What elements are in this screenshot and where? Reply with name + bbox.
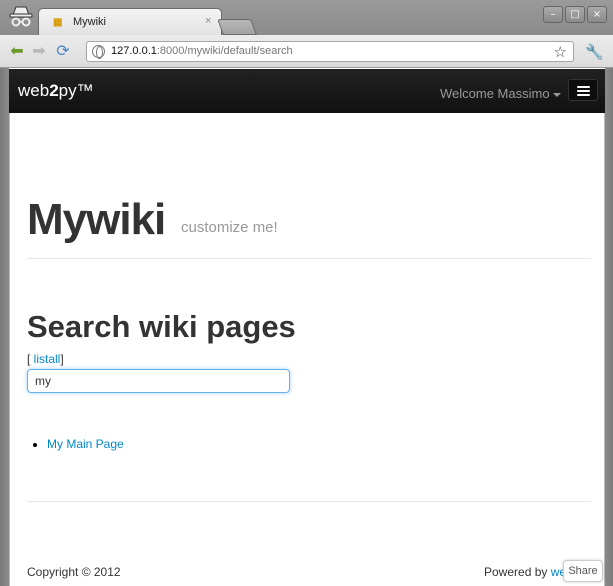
list-item: My Main Page — [47, 437, 124, 451]
close-tab-icon[interactable]: × — [205, 15, 211, 27]
minimize-button[interactable]: – — [543, 6, 563, 23]
brand-link[interactable]: web2py™ — [18, 81, 94, 101]
browser-chrome: ▦ Mywiki × – □ × ⬅ ➡ ⟳ 127.0.0.1:8000/my… — [0, 0, 613, 68]
user-menu[interactable]: Welcome Massimo — [440, 86, 561, 101]
reload-icon[interactable]: ⟳ — [54, 43, 72, 59]
search-results: My Main Page — [30, 437, 124, 451]
back-icon[interactable]: ⬅ — [8, 43, 26, 59]
browser-toolbar: ⬅ ➡ ⟳ 127.0.0.1:8000/mywiki/default/sear… — [0, 35, 613, 68]
listall-links: [ listall] — [27, 352, 64, 366]
address-bar[interactable]: 127.0.0.1:8000/mywiki/default/search ☆ — [86, 41, 574, 62]
browser-tab[interactable]: ▦ Mywiki × — [38, 8, 222, 35]
copyright-text: Copyright © 2012 — [27, 565, 121, 579]
window-frame-left — [0, 68, 9, 586]
maximize-button[interactable]: □ — [565, 6, 585, 23]
page-title: Mywiki — [27, 195, 166, 244]
bookmark-star-icon[interactable]: ☆ — [554, 43, 567, 61]
close-window-button[interactable]: × — [587, 6, 607, 23]
listall-link[interactable]: listall — [34, 352, 61, 366]
forward-icon[interactable]: ➡ — [30, 43, 48, 59]
web2py-favicon-icon: ▦ — [53, 17, 63, 28]
globe-icon — [92, 45, 105, 59]
url-text: 127.0.0.1:8000/mywiki/default/search — [111, 45, 293, 57]
tab-title: Mywiki — [73, 16, 106, 28]
page-subtitle: customize me! — [181, 219, 278, 236]
divider — [27, 258, 591, 259]
incognito-icon — [8, 5, 34, 29]
search-heading: Search wiki pages — [27, 309, 296, 344]
search-input[interactable] — [27, 369, 290, 393]
result-link[interactable]: My Main Page — [47, 437, 124, 451]
page-content: Mywiki customize me! Search wiki pages [… — [9, 113, 605, 586]
wrench-icon[interactable]: 🔧 — [585, 43, 604, 61]
divider — [27, 501, 591, 502]
share-button[interactable]: Share — [563, 560, 603, 582]
navbar: web2py™ Welcome Massimo — [9, 69, 605, 113]
window-controls: – □ × — [543, 6, 607, 23]
menu-toggle-button[interactable] — [568, 79, 598, 101]
new-tab-button[interactable] — [217, 19, 257, 35]
caret-down-icon — [552, 92, 561, 97]
window-frame-right — [605, 68, 613, 586]
